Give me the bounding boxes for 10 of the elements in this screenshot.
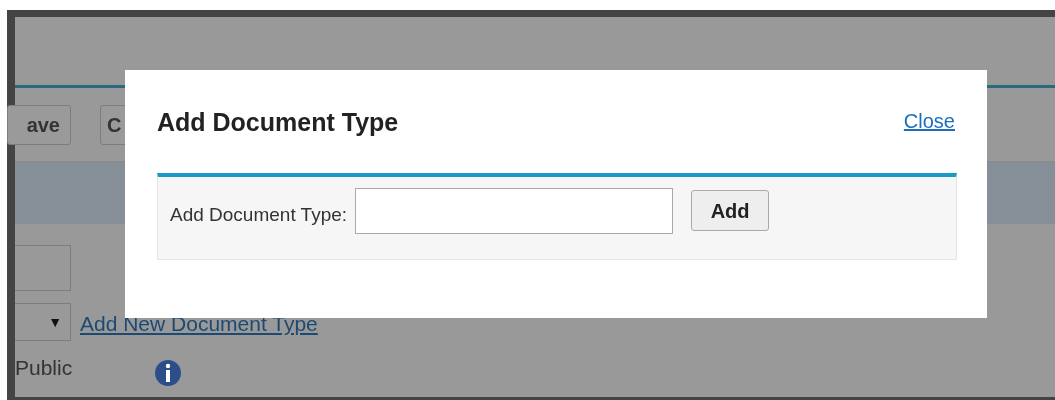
- field-label: Add Document Type:: [170, 203, 348, 227]
- add-button[interactable]: Add: [691, 190, 770, 231]
- dropdown[interactable]: ▼: [15, 303, 71, 341]
- document-type-input[interactable]: [355, 188, 674, 234]
- dialog-title: Add Document Type: [157, 107, 399, 138]
- info-icon[interactable]: [155, 360, 181, 386]
- toolbar-button[interactable]: ave: [7, 104, 71, 145]
- field-label: Public: [15, 355, 74, 382]
- text-field[interactable]: [15, 245, 71, 291]
- close-link[interactable]: Close: [903, 106, 955, 136]
